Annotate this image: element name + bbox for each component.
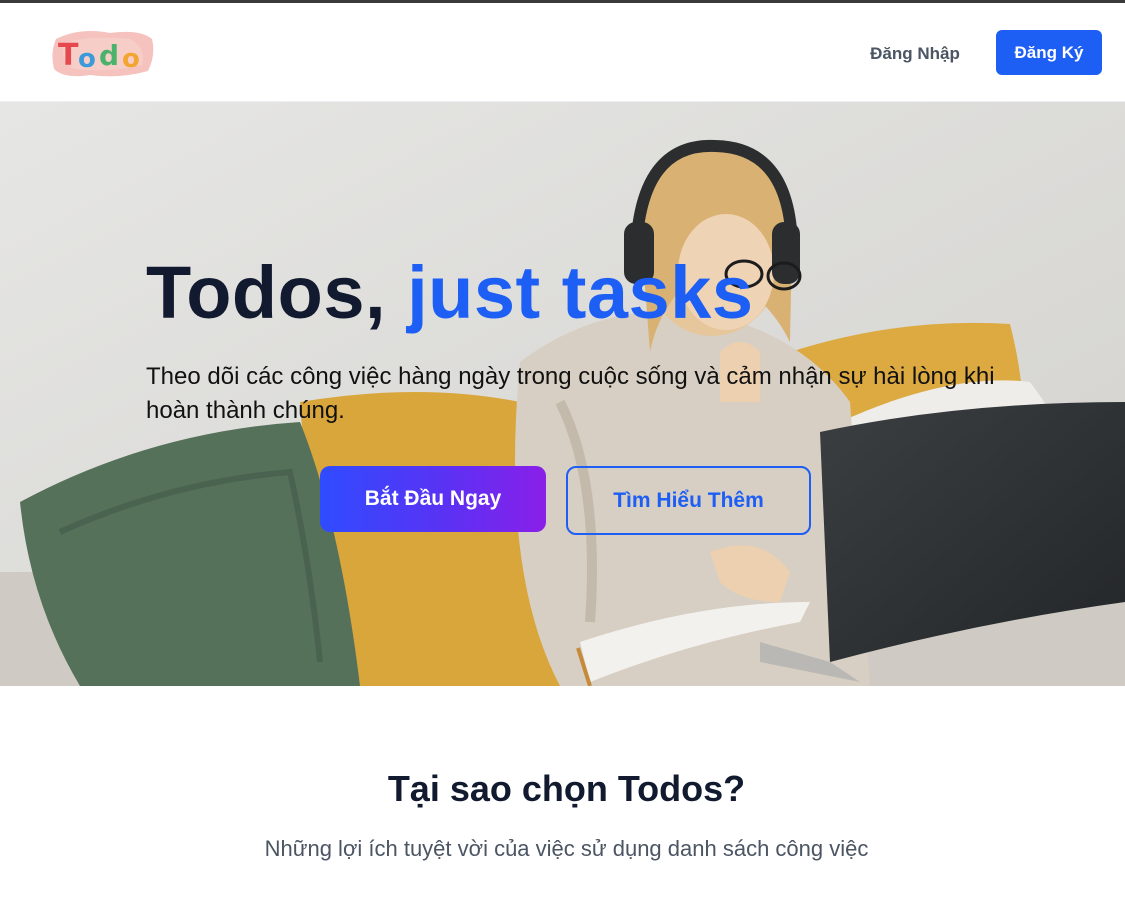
svg-text:T: T <box>58 38 79 73</box>
navbar: T o d o Đăng Nhập Đăng Ký <box>0 3 1125 102</box>
todo-logo[interactable]: T o d o <box>50 25 156 81</box>
svg-text:d: d <box>99 39 119 72</box>
get-started-button[interactable]: Bắt Đầu Ngay <box>320 466 546 532</box>
hero-description: Theo dõi các công việc hàng ngày trong c… <box>146 363 995 424</box>
svg-text:o: o <box>78 44 96 74</box>
signup-button[interactable]: Đăng Ký <box>996 30 1102 75</box>
learn-more-button[interactable]: Tìm Hiểu Thêm <box>566 466 811 535</box>
hero-section: Todos, just tasks Theo dõi các công việc… <box>0 102 1125 686</box>
hero-title: Todos, just tasks <box>146 250 753 336</box>
why-section-subtitle: Những lợi ích tuyệt vời của việc sử dụng… <box>264 836 869 861</box>
svg-text:o: o <box>122 44 140 74</box>
why-section-title: Tại sao chọn Todos? <box>387 768 746 809</box>
hero-title-main: Todos, <box>146 251 408 334</box>
login-link[interactable]: Đăng Nhập <box>858 39 972 69</box>
hero-title-accent: just tasks <box>407 251 754 334</box>
logo-image: T o d o <box>52 31 154 77</box>
